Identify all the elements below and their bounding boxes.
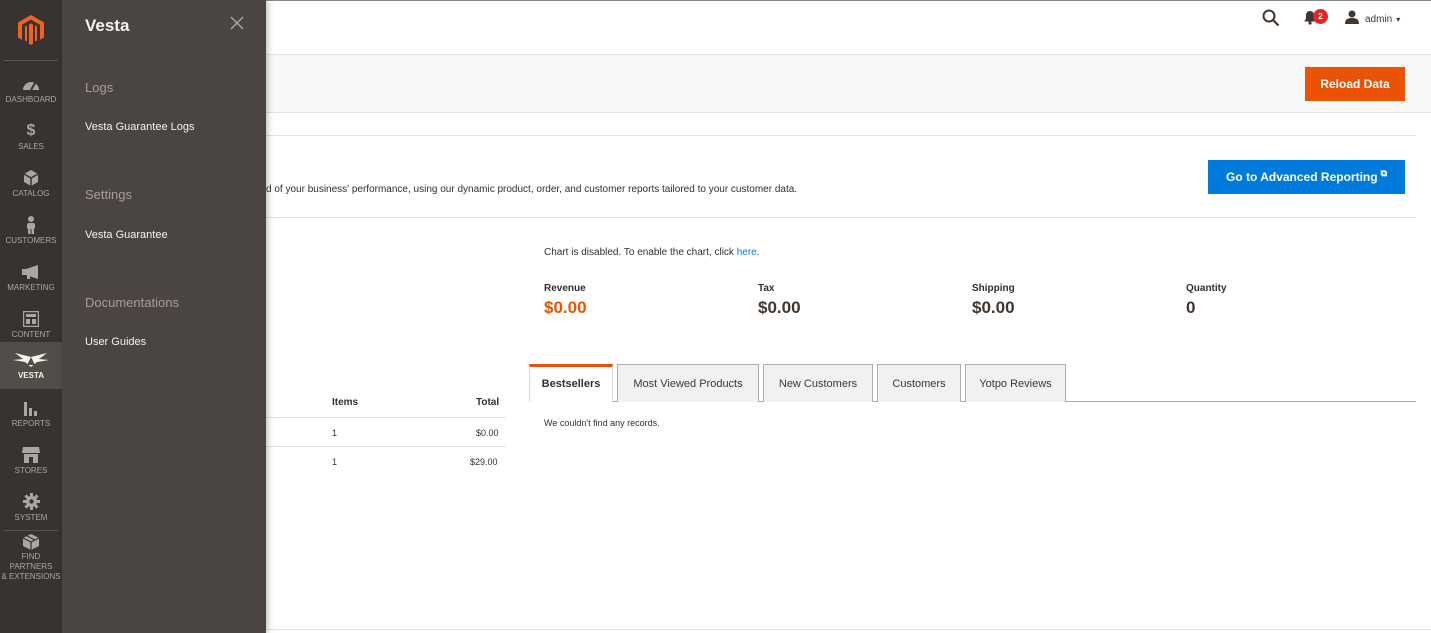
user-icon [1345, 10, 1359, 29]
menu-item-vesta[interactable]: VESTA [0, 342, 62, 389]
menu-item-label: MARKETING [7, 282, 55, 292]
menu-item-system[interactable]: SYSTEM [0, 484, 62, 531]
menu-item-label: STORES [14, 465, 48, 475]
menu-item-find-partners[interactable]: FIND PARTNERS & EXTENSIONS [0, 534, 62, 581]
admin-user-menu[interactable]: admin ▾ [1345, 10, 1400, 29]
tab-most-viewed-products[interactable]: Most Viewed Products [617, 364, 759, 402]
total-revenue-label: Revenue [544, 283, 586, 294]
chart-disabled-note: Chart is disabled. To enable the chart, … [544, 247, 760, 258]
grid-cell-items: 1 [332, 428, 338, 438]
magento-logo[interactable] [0, 0, 62, 60]
divider [266, 135, 1416, 136]
divider [266, 217, 1416, 218]
total-quantity-label: Quantity [1186, 283, 1227, 294]
external-link-icon: ⧉ [1380, 167, 1387, 178]
menu-item-marketing[interactable]: MARKETING [0, 254, 62, 301]
grid-cell-total: $0.00 [476, 428, 499, 438]
menu-item-sales[interactable]: $ SALES [0, 113, 62, 160]
total-tax-label: Tax [758, 283, 775, 294]
menu-item-label: VESTA [17, 370, 45, 380]
menu-divider [4, 530, 58, 531]
grid-row-divider [266, 446, 506, 447]
total-tax-value: $0.00 [758, 298, 801, 317]
search-icon[interactable] [1262, 9, 1280, 27]
flyout-section-logs: Logs [85, 80, 114, 95]
menu-item-label: SALES [18, 141, 44, 151]
chart-note-text: Chart is disabled. To enable the chart, … [544, 247, 737, 258]
person-icon [21, 215, 41, 234]
menu-item-label: SYSTEM [14, 512, 48, 522]
tab-new-customers[interactable]: New Customers [763, 364, 873, 402]
menu-divider [4, 60, 58, 61]
menu-item-label: CONTENT [11, 329, 51, 339]
flyout-section-settings: Settings [85, 187, 132, 202]
tab-customers[interactable]: Customers [877, 364, 961, 402]
user-name: admin [1365, 14, 1393, 25]
menu-item-dashboard[interactable]: DASHBOARD [0, 66, 62, 113]
advanced-reporting-description: d of your business' performance, using o… [266, 184, 798, 195]
admin-menu: DASHBOARD $ SALES CATALOG CUSTOMERS MARK… [0, 0, 62, 633]
vesta-flyout-menu: Vesta Logs Vesta Guarantee Logs Settings… [62, 0, 266, 633]
menu-item-content[interactable]: CONTENT [0, 301, 62, 348]
menu-item-customers[interactable]: CUSTOMERS [0, 207, 62, 254]
flyout-link-vesta-guarantee-logs[interactable]: Vesta Guarantee Logs [85, 121, 194, 133]
grid-header-total: Total [476, 397, 500, 408]
enable-chart-link[interactable]: here [737, 247, 757, 258]
layout-icon [21, 310, 41, 328]
total-shipping-label: Shipping [972, 283, 1015, 294]
gear-icon [21, 493, 41, 511]
close-icon[interactable] [230, 16, 246, 32]
tab-yotpo-reviews[interactable]: Yotpo Reviews [965, 364, 1066, 402]
magento-logo-icon [18, 15, 44, 45]
total-shipping-value: $0.00 [972, 298, 1015, 317]
flyout-section-documentations: Documentations [85, 295, 179, 310]
footer-divider [266, 629, 1431, 630]
reload-data-button[interactable]: Reload Data [1305, 67, 1405, 101]
page-header [266, 0, 1431, 54]
cubes-icon [21, 534, 41, 550]
dashboard-icon [21, 75, 41, 93]
grid-row-divider [266, 417, 506, 418]
flyout-title: Vesta [85, 16, 130, 35]
box-icon [21, 169, 41, 187]
menu-item-label: DASHBOARD [5, 94, 57, 104]
advanced-reporting-label: Go to Advanced Reporting [1226, 170, 1378, 184]
megaphone-icon [21, 263, 41, 281]
flyout-link-user-guides[interactable]: User Guides [85, 336, 146, 348]
menu-item-catalog[interactable]: CATALOG [0, 160, 62, 207]
grid-header-items: Items [332, 397, 359, 408]
menu-item-reports[interactable]: REPORTS [0, 390, 62, 437]
menu-item-label-line2: & EXTENSIONS [1, 572, 61, 581]
menu-item-label: CUSTOMERS [5, 235, 57, 245]
menu-item-label: CATALOG [12, 188, 50, 198]
empty-records-message: We couldn't find any records. [544, 418, 660, 428]
advanced-reporting-button[interactable]: Go to Advanced Reporting ⧉ [1208, 160, 1405, 194]
menu-item-label: REPORTS [11, 418, 51, 428]
total-quantity-value: 0 [1186, 298, 1196, 317]
grid-cell-total: $29.00 [470, 457, 498, 467]
notifications-count-badge[interactable]: 2 [1313, 9, 1328, 24]
dollar-icon: $ [26, 121, 36, 139]
menu-item-stores[interactable]: STORES [0, 437, 62, 484]
tab-bestsellers[interactable]: Bestsellers [529, 364, 613, 402]
grid-cell-items: 1 [332, 457, 338, 467]
total-revenue-value: $0.00 [544, 298, 587, 317]
page-actions-bar [266, 54, 1431, 113]
vesta-wings-icon [13, 351, 49, 369]
flyout-link-vesta-guarantee[interactable]: Vesta Guarantee [85, 229, 168, 241]
chevron-down-icon: ▾ [1396, 15, 1401, 24]
menu-item-label: FIND PARTNERS [9, 552, 53, 571]
bar-chart-icon [21, 399, 41, 417]
store-icon [21, 446, 41, 464]
chart-note-suffix: . [756, 247, 760, 258]
